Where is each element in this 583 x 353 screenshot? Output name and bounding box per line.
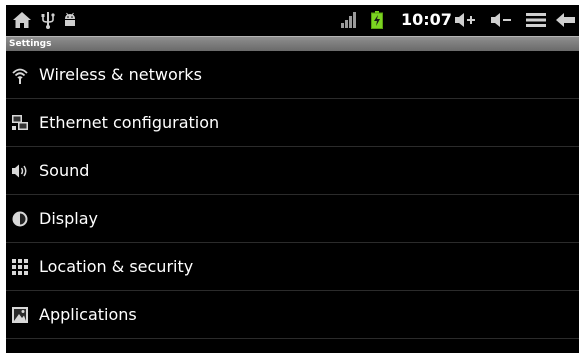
speaker-icon <box>11 162 29 180</box>
menu-icon[interactable] <box>526 10 546 30</box>
settings-item-label: Applications <box>39 305 137 324</box>
wifi-icon <box>11 66 29 84</box>
location-grid-icon <box>11 258 29 276</box>
settings-item-sound[interactable]: Sound <box>6 147 579 195</box>
volume-up-icon[interactable] <box>454 10 476 30</box>
usb-icon <box>40 10 56 30</box>
settings-item-applications[interactable]: Applications <box>6 291 579 339</box>
android-debug-icon <box>62 10 78 30</box>
device-screen: 10:07 Settings Wireless & networks Ether… <box>6 5 579 353</box>
settings-item-label: Sound <box>39 161 90 180</box>
signal-icon <box>340 10 358 30</box>
home-icon[interactable] <box>11 10 33 30</box>
brightness-icon <box>11 210 29 228</box>
settings-item-label: Display <box>39 209 98 228</box>
status-clock: 10:07 <box>401 10 452 29</box>
settings-item-label: Ethernet configuration <box>39 113 220 132</box>
settings-item-label: Wireless & networks <box>39 65 202 84</box>
battery-charging-icon <box>370 10 384 30</box>
settings-list: Wireless & networks Ethernet configurati… <box>6 51 579 353</box>
back-icon[interactable] <box>556 10 576 30</box>
settings-item-partial[interactable] <box>6 339 579 353</box>
ethernet-icon <box>11 114 29 132</box>
volume-down-icon[interactable] <box>490 10 512 30</box>
settings-item-ethernet[interactable]: Ethernet configuration <box>6 99 579 147</box>
settings-item-display[interactable]: Display <box>6 195 579 243</box>
title-bar: Settings <box>6 36 579 51</box>
settings-item-label: Location & security <box>39 257 194 276</box>
settings-item-wireless-networks[interactable]: Wireless & networks <box>6 51 579 99</box>
applications-icon <box>11 306 29 324</box>
status-bar: 10:07 <box>6 5 579 36</box>
settings-item-location-security[interactable]: Location & security <box>6 243 579 291</box>
page-title: Settings <box>9 39 52 49</box>
